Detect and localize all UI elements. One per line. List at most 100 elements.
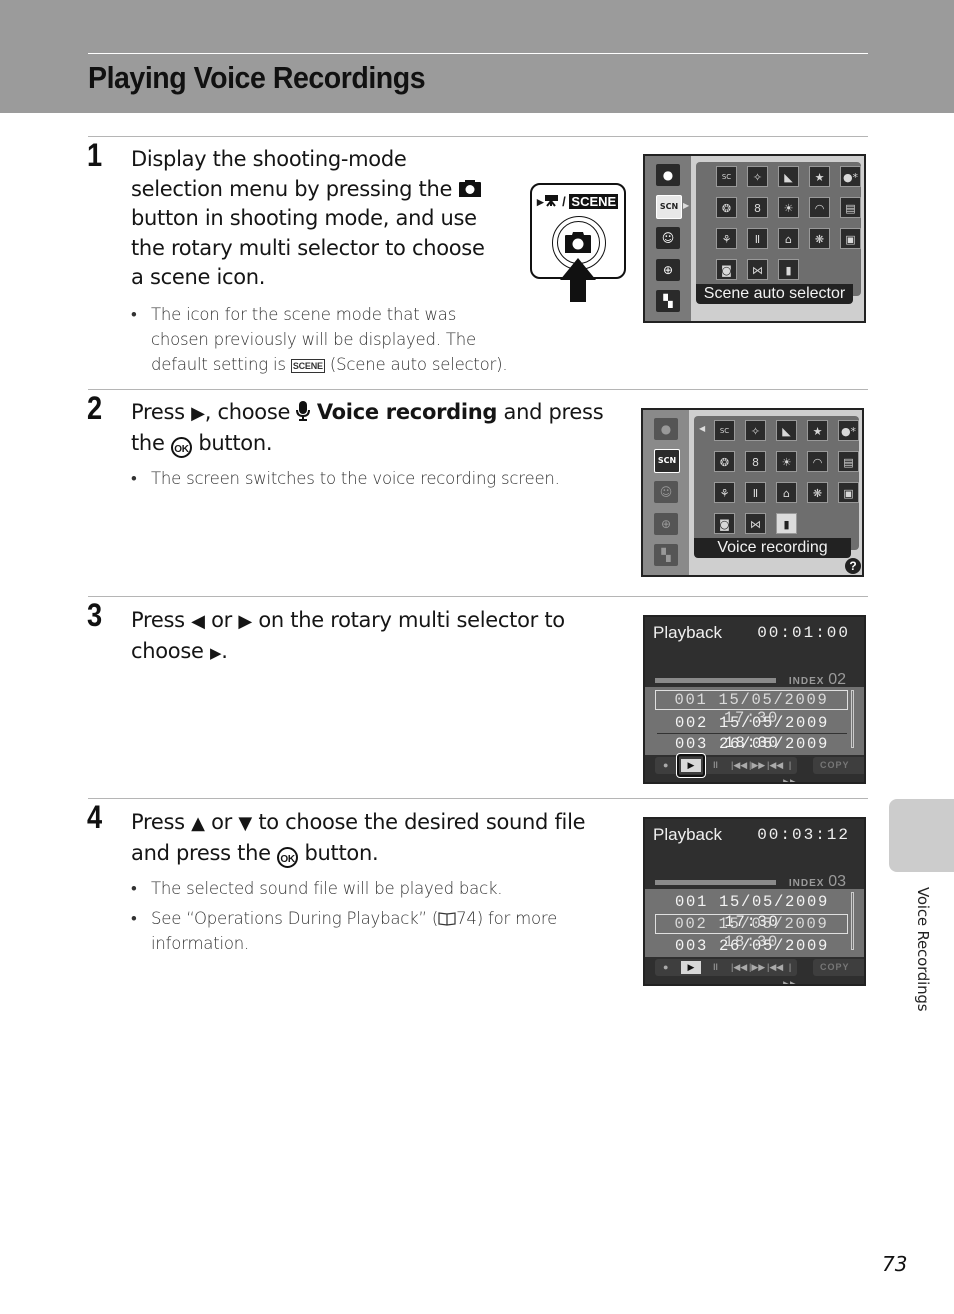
- scrollbar[interactable]: [851, 690, 854, 748]
- scene-icon[interactable]: ❂: [714, 451, 735, 472]
- previous-index-icon[interactable]: |◀◀: [767, 959, 783, 976]
- scene-icon[interactable]: ⌂: [776, 482, 797, 503]
- rewind-icon[interactable]: |◀◀: [731, 959, 747, 976]
- book-reference-icon: [438, 912, 456, 926]
- scene-icon[interactable]: ▤: [838, 451, 859, 472]
- next-index-icon[interactable]: |▶▶: [783, 757, 797, 782]
- step-4-line: and press the OK button.: [131, 839, 631, 869]
- note-item: See “Operations During Playback” (74) fo…: [131, 906, 611, 956]
- scene-icon[interactable]: ★: [807, 420, 828, 441]
- page-reference[interactable]: 74) for more: [456, 909, 557, 928]
- recording-row[interactable]: 001 15/05/2009 17:30: [657, 892, 847, 931]
- progress-bar: [655, 880, 776, 885]
- record-icon[interactable]: ●: [663, 959, 668, 976]
- record-icon[interactable]: ●: [663, 757, 668, 774]
- index-value: 03: [828, 873, 846, 890]
- scene-icon[interactable]: ☀: [778, 197, 799, 218]
- play-button[interactable]: ▶: [681, 961, 701, 974]
- index-label: INDEX: [788, 676, 825, 687]
- scene-icon[interactable]: ●*: [840, 166, 861, 187]
- recording-row[interactable]: 003 26/05/2009 13:00: [657, 734, 847, 773]
- next-index-icon[interactable]: |▶▶: [783, 959, 797, 984]
- scene-icon[interactable]: 8: [745, 451, 766, 472]
- camera-icon: [459, 179, 482, 197]
- step-1-line: Display the shooting-mode: [131, 147, 407, 171]
- scene-icon[interactable]: ▤: [840, 197, 861, 218]
- step-1-line: selection menu by pressing the: [131, 175, 521, 205]
- note-text: chosen previously will be displayed. The: [151, 330, 476, 349]
- press-arrow-icon: [560, 258, 596, 302]
- scene-icon[interactable]: ◙: [716, 259, 737, 280]
- recording-row[interactable]: 003 26/05/2009 13:00: [657, 936, 847, 975]
- right-arrow-icon: ▶: [191, 403, 205, 424]
- step-divider: [88, 136, 868, 137]
- scene-icon[interactable]: ●*: [838, 420, 859, 441]
- step-text: to choose the desired sound file: [258, 810, 586, 834]
- fast-forward-icon[interactable]: |▶▶: [749, 757, 765, 774]
- scene-icon-grid: ◀ SC ✧ ◣ ★ ●* ❂ 8 ☀ ◠ ▤ ⚘ Ⅱ ⌂ ❋ ▣ ◙ ⋈ ▮: [694, 416, 859, 550]
- scene-icon[interactable]: ❋: [807, 482, 828, 503]
- scene-icon[interactable]: ☀: [776, 451, 797, 472]
- scene-icon[interactable]: ❂: [716, 197, 737, 218]
- scene-mode-icon: SCN: [656, 195, 682, 219]
- scene-icon[interactable]: Ⅱ: [747, 228, 768, 249]
- copy-button[interactable]: COPY: [813, 959, 864, 976]
- scene-icon[interactable]: ◠: [809, 197, 830, 218]
- mode-sidebar: ● SCN ☺ ⊕ ▚: [643, 410, 689, 575]
- fast-forward-icon[interactable]: |▶▶: [749, 959, 765, 976]
- scene-icon[interactable]: ✧: [745, 420, 766, 441]
- index-value: 02: [828, 671, 846, 688]
- step-4-notes: The selected sound file will be played b…: [131, 876, 611, 961]
- step-3-line: Press ◀ or ▶ on the rotary multi selecto…: [131, 606, 631, 637]
- scene-icon[interactable]: ⌂: [778, 228, 799, 249]
- copy-button[interactable]: COPY: [813, 757, 864, 774]
- scene-mode-icon: SCN: [654, 449, 680, 473]
- scene-icon[interactable]: ⋈: [745, 513, 766, 534]
- scene-icon[interactable]: ▣: [840, 228, 861, 249]
- scene-icon[interactable]: ⚘: [716, 228, 737, 249]
- scene-icon[interactable]: ◙: [714, 513, 735, 534]
- step-text: button.: [304, 840, 379, 865]
- step-3-instruction: Press ◀ or ▶ on the rotary multi selecto…: [131, 606, 631, 668]
- scene-icon[interactable]: 8: [747, 197, 768, 218]
- scene-icon[interactable]: ◣: [778, 166, 799, 187]
- step-text: .: [221, 638, 228, 663]
- previous-index-icon[interactable]: |◀◀: [767, 757, 783, 774]
- pause-icon[interactable]: II: [713, 757, 718, 774]
- step-divider: [88, 798, 868, 799]
- scene-icon[interactable]: ◠: [807, 451, 828, 472]
- movie-mode-icon: ▚: [656, 290, 680, 312]
- scene-icon[interactable]: ▮: [778, 259, 799, 280]
- pause-icon[interactable]: II: [713, 959, 718, 976]
- scene-icon[interactable]: ★: [809, 166, 830, 187]
- step-1-notes: The icon for the scene mode that was cho…: [131, 302, 521, 382]
- recording-row[interactable]: 001 15/05/2009 17:30: [655, 690, 848, 727]
- step-text: Press: [131, 400, 185, 424]
- scene-icon[interactable]: ◣: [776, 420, 797, 441]
- index-label: INDEX: [788, 878, 825, 889]
- scene-menu-screen: ● SCN ☺ ⊕ ▚ ▶ SC ✧ ◣ ★ ●* ❂ 8 ☀ ◠ ▤ ⚘ Ⅱ ⌂ ❋ ▣ ◙ ⋈ ▮ Scene…: [643, 154, 866, 323]
- step-3-line: choose ▶.: [131, 637, 631, 669]
- note-text: default setting is: [151, 355, 286, 374]
- scene-icon[interactable]: SC: [714, 420, 735, 441]
- recording-row[interactable]: 002 15/05/2009 18:30: [657, 713, 847, 752]
- playback-title: Playback: [653, 825, 722, 844]
- scene-icon[interactable]: ⋈: [747, 259, 768, 280]
- section-tab[interactable]: [889, 799, 954, 872]
- scene-icon[interactable]: ▮: [776, 513, 797, 534]
- recording-row[interactable]: 002 15/05/2009 18:30: [655, 914, 848, 951]
- scene-icon[interactable]: Ⅱ: [745, 482, 766, 503]
- scene-icon[interactable]: ⚘: [714, 482, 735, 503]
- playback-title: Playback: [653, 623, 722, 642]
- scene-icon[interactable]: ❋: [809, 228, 830, 249]
- scene-icon[interactable]: SC: [716, 166, 737, 187]
- scrollbar[interactable]: [851, 892, 854, 950]
- rewind-icon[interactable]: |◀◀: [731, 757, 747, 774]
- up-arrow-icon: ▲: [191, 813, 205, 834]
- step-4-line: Press ▲ or ▼ to choose the desired sound…: [131, 808, 631, 839]
- section-tab-label: Voice Recordings: [914, 887, 932, 1012]
- scene-icon[interactable]: ✧: [747, 166, 768, 187]
- playback-screen: Playback 00:01:00 INDEX 02 001 15/05/200…: [643, 615, 866, 784]
- page-header: Playing Voice Recordings: [0, 0, 954, 113]
- scene-icon[interactable]: ▣: [838, 482, 859, 503]
